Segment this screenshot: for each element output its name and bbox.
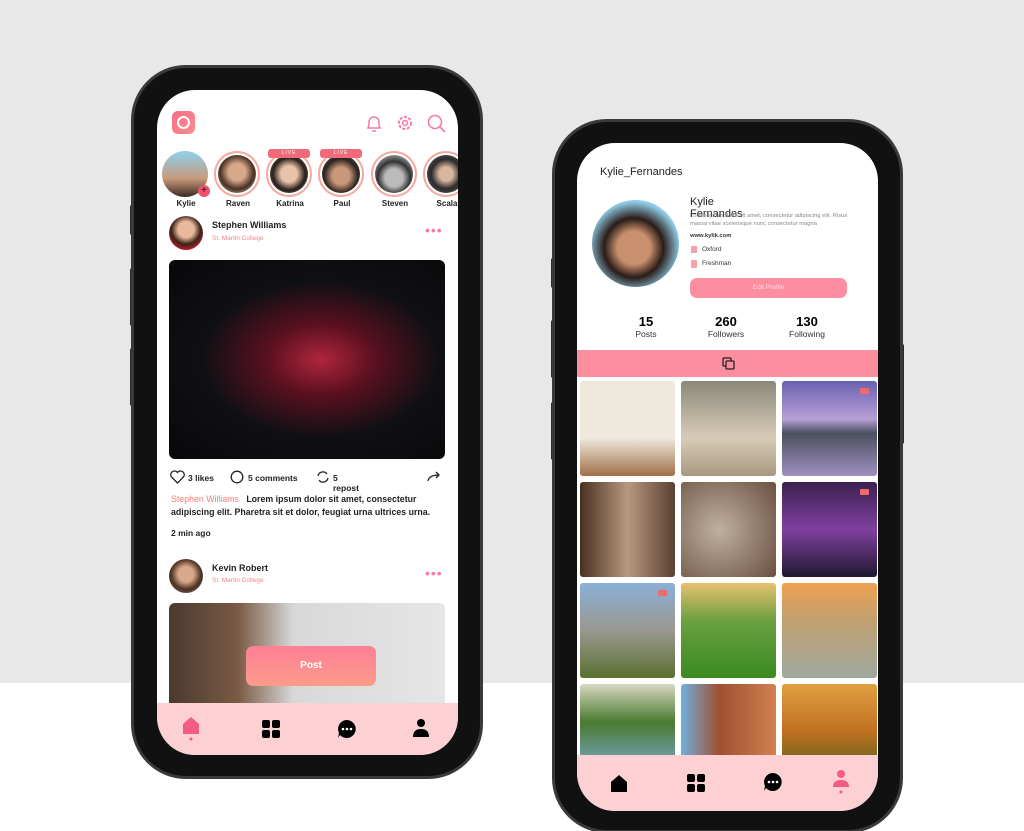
posts-tab-bar[interactable] xyxy=(577,350,878,377)
chat-icon[interactable] xyxy=(763,772,783,792)
feed-screen: + Kylie Raven LIVE Katrina LIVE Paul Steve… xyxy=(157,90,458,755)
live-badge: LIVE xyxy=(268,149,310,158)
username: Kylie_Fernandes xyxy=(600,166,683,178)
edit-profile-button[interactable]: Edit Profile xyxy=(690,278,847,298)
gallery-icon[interactable] xyxy=(722,357,735,370)
post-caption: Stephen Williams Lorem ipsum dolor sit a… xyxy=(171,493,446,519)
post-image[interactable] xyxy=(169,260,445,459)
post-author[interactable]: Kevin Robert xyxy=(212,563,268,573)
home-icon[interactable] xyxy=(181,715,201,741)
year-icon xyxy=(691,260,697,268)
photo-item[interactable] xyxy=(681,583,776,678)
app-logo xyxy=(172,111,195,134)
gear-icon[interactable] xyxy=(396,114,414,132)
home-icon[interactable] xyxy=(609,773,629,793)
profile-icon[interactable] xyxy=(833,769,849,795)
grid-icon[interactable] xyxy=(686,773,706,793)
photo-item[interactable] xyxy=(580,381,675,476)
post-college: St. Martin College xyxy=(212,577,264,584)
photo-item[interactable] xyxy=(580,482,675,577)
story-item[interactable]: LIVE Paul xyxy=(318,149,366,208)
comment-icon[interactable] xyxy=(230,470,244,484)
story-item[interactable]: Raven xyxy=(214,151,262,208)
photo-item[interactable] xyxy=(580,583,675,678)
more-options-icon[interactable]: ••• xyxy=(425,222,443,238)
profile-year: Freshman xyxy=(702,260,732,267)
post-author[interactable]: Stephen Williams xyxy=(212,220,286,230)
photo-item[interactable] xyxy=(782,482,877,577)
photo-grid xyxy=(580,381,877,779)
share-icon[interactable] xyxy=(427,470,441,482)
stat-followers[interactable]: 260 Followers xyxy=(696,314,756,339)
profile-website[interactable]: www.kylik.com xyxy=(690,233,731,239)
profile-icon[interactable] xyxy=(413,718,429,738)
stat-following[interactable]: 130 Following xyxy=(777,314,837,339)
school-icon xyxy=(691,246,697,253)
post-time: 2 min ago xyxy=(171,528,211,538)
bell-icon[interactable] xyxy=(365,114,383,134)
story-item[interactable]: LIVE Katrina xyxy=(266,149,314,208)
photo-item[interactable] xyxy=(782,583,877,678)
bottom-nav xyxy=(577,755,878,811)
repost-icon[interactable] xyxy=(316,470,330,484)
profile-bio: Lorem ipsum dolor sit amet, consectetur … xyxy=(690,213,848,227)
story-own[interactable]: + Kylie xyxy=(162,151,210,208)
photo-item[interactable] xyxy=(782,381,877,476)
photo-item[interactable] xyxy=(681,381,776,476)
post-button[interactable]: Post xyxy=(246,646,376,686)
profile-avatar[interactable] xyxy=(592,200,679,287)
post-college: St. Martin College xyxy=(212,235,264,242)
heart-icon[interactable] xyxy=(170,470,185,484)
chat-icon[interactable] xyxy=(337,719,357,739)
video-icon xyxy=(860,388,869,394)
profile-school: Oxford xyxy=(702,246,722,253)
live-badge: LIVE xyxy=(320,149,362,158)
add-story-icon[interactable]: + xyxy=(198,185,210,197)
more-options-icon[interactable]: ••• xyxy=(425,565,443,581)
search-icon[interactable] xyxy=(427,114,447,134)
story-item[interactable]: Steven xyxy=(371,151,419,208)
video-icon xyxy=(658,590,667,596)
phone-button xyxy=(900,344,904,444)
avatar[interactable] xyxy=(169,216,203,250)
stat-posts[interactable]: 15 Posts xyxy=(616,314,676,339)
avatar[interactable] xyxy=(169,559,203,593)
grid-icon[interactable] xyxy=(261,719,281,739)
photo-item[interactable] xyxy=(681,482,776,577)
video-icon xyxy=(860,489,869,495)
profile-screen: Kylie_Fernandes Kylie Fernandes Lorem ip… xyxy=(577,143,878,811)
story-item[interactable]: Scala xyxy=(423,151,458,208)
caption-author[interactable]: Stephen Williams xyxy=(171,494,239,504)
bottom-nav xyxy=(157,703,458,755)
